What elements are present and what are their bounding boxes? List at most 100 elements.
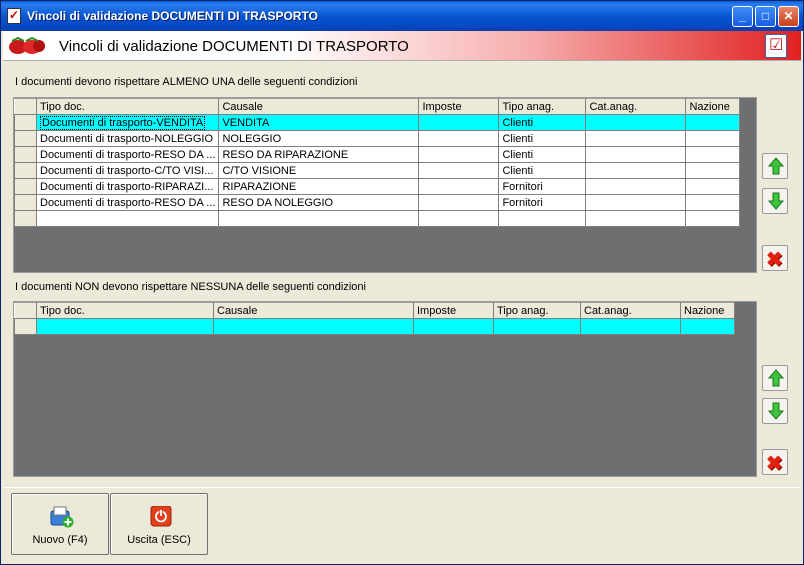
title-bar[interactable]: Vincoli di validazione DOCUMENTI DI TRAS… xyxy=(1,1,803,31)
cell-tipo-anag[interactable]: Clienti xyxy=(498,146,587,163)
row-selector-header xyxy=(14,98,37,115)
column-header-tipo-anag[interactable]: Tipo anag. xyxy=(493,302,581,319)
column-header-nazione[interactable]: Nazione xyxy=(680,302,735,319)
column-header-causale[interactable]: Causale xyxy=(218,98,420,115)
cell-imposte[interactable] xyxy=(418,162,500,179)
table-header-row: Tipo doc. Causale Imposte Tipo anag. Cat… xyxy=(14,98,741,115)
column-header-imposte[interactable]: Imposte xyxy=(418,98,500,115)
row-selector[interactable] xyxy=(14,194,37,211)
cell-tipo-anag[interactable]: Clienti xyxy=(498,114,587,131)
cell-imposte[interactable] xyxy=(418,146,500,163)
table-row[interactable]: Documenti di trasporto-NOLEGGIO NOLEGGIO C… xyxy=(14,130,741,147)
exclude-section-label: I documenti NON devono rispettare NESSUN… xyxy=(15,281,366,293)
row-selector[interactable] xyxy=(14,178,37,195)
row-selector[interactable] xyxy=(14,318,37,335)
table-row[interactable] xyxy=(14,318,735,335)
maximize-button[interactable]: □ xyxy=(755,6,776,27)
cell-causale[interactable]: NOLEGGIO xyxy=(218,130,420,147)
row-selector[interactable] xyxy=(14,130,37,147)
include-delete-button[interactable]: ✖ xyxy=(762,245,788,271)
cell-imposte[interactable] xyxy=(418,210,500,227)
column-header-nazione[interactable]: Nazione xyxy=(685,98,741,115)
column-header-cat-anag[interactable]: Cat.anag. xyxy=(585,98,687,115)
cell-nazione[interactable] xyxy=(680,318,735,335)
cell-tipo-anag[interactable] xyxy=(493,318,581,335)
column-header-cat-anag[interactable]: Cat.anag. xyxy=(580,302,681,319)
cell-nazione[interactable] xyxy=(685,162,741,179)
cell-tipo-doc[interactable]: Documenti di trasporto-NOLEGGIO xyxy=(35,130,220,147)
exclude-grid-area: Tipo doc. Causale Imposte Tipo anag. Cat… xyxy=(13,301,757,477)
cell-nazione[interactable] xyxy=(685,130,741,147)
table-row[interactable] xyxy=(14,210,741,227)
close-button[interactable]: ✕ xyxy=(778,6,799,27)
table-row[interactable]: Documenti di trasporto-RIPARAZI... RIPARA… xyxy=(14,178,741,195)
cell-cat-anag[interactable] xyxy=(585,210,687,227)
column-header-imposte[interactable]: Imposte xyxy=(413,302,494,319)
row-selector[interactable] xyxy=(14,162,37,179)
cell-causale[interactable]: RIPARAZIONE xyxy=(218,178,420,195)
row-selector[interactable] xyxy=(14,210,37,227)
cell-cat-anag[interactable] xyxy=(585,194,687,211)
table-row[interactable]: Documenti di trasporto-VENDITA VENDITA Cli… xyxy=(14,114,741,131)
row-selector[interactable] xyxy=(14,114,37,131)
cell-cat-anag[interactable] xyxy=(585,162,687,179)
column-header-tipo-doc[interactable]: Tipo doc. xyxy=(36,302,214,319)
new-button[interactable]: Nuovo (F4) xyxy=(11,493,109,555)
cell-cat-anag[interactable] xyxy=(580,318,681,335)
include-conditions-table: Tipo doc. Causale Imposte Tipo anag. Cat… xyxy=(14,98,741,227)
cell-causale[interactable] xyxy=(218,210,420,227)
cell-tipo-doc[interactable]: Documenti di trasporto-C/TO VISI... xyxy=(35,162,220,179)
minimize-button[interactable]: _ xyxy=(732,6,753,27)
strawberries-icon xyxy=(9,37,45,54)
checklist-icon xyxy=(765,34,787,58)
exit-button[interactable]: Uscita (ESC) xyxy=(110,493,208,555)
include-move-up-button[interactable] xyxy=(762,153,788,179)
arrow-up-icon xyxy=(768,369,784,387)
exclude-move-down-button[interactable] xyxy=(762,398,788,424)
cell-tipo-doc[interactable]: Documenti di trasporto-RESO DA ... xyxy=(35,194,220,211)
cell-causale[interactable]: C/TO VISIONE xyxy=(218,162,420,179)
new-folder-plus-icon xyxy=(50,506,74,528)
cell-causale[interactable] xyxy=(213,318,414,335)
cell-nazione[interactable] xyxy=(685,114,741,131)
cell-imposte[interactable] xyxy=(413,318,494,335)
exclude-delete-button[interactable]: ✖ xyxy=(762,449,788,475)
cell-tipo-doc[interactable]: Documenti di trasporto-VENDITA xyxy=(35,114,220,131)
cell-tipo-doc[interactable] xyxy=(35,210,220,227)
cell-nazione[interactable] xyxy=(685,146,741,163)
cell-causale[interactable]: RESO DA RIPARAZIONE xyxy=(218,146,420,163)
cell-imposte[interactable] xyxy=(418,130,500,147)
cell-tipo-doc[interactable]: Documenti di trasporto-RIPARAZI... xyxy=(35,178,220,195)
cell-tipo-anag[interactable]: Clienti xyxy=(498,162,587,179)
cell-tipo-anag[interactable]: Fornitori xyxy=(498,178,587,195)
cell-causale[interactable]: RESO DA NOLEGGIO xyxy=(218,194,420,211)
cell-imposte[interactable] xyxy=(418,114,500,131)
cell-tipo-anag[interactable] xyxy=(498,210,587,227)
column-header-tipo-anag[interactable]: Tipo anag. xyxy=(498,98,587,115)
column-header-tipo-doc[interactable]: Tipo doc. xyxy=(35,98,220,115)
include-grid-area: Tipo doc. Causale Imposte Tipo anag. Cat… xyxy=(13,97,757,273)
column-header-causale[interactable]: Causale xyxy=(213,302,414,319)
include-move-down-button[interactable] xyxy=(762,188,788,214)
cell-nazione[interactable] xyxy=(685,194,741,211)
table-row[interactable]: Documenti di trasporto-C/TO VISI... C/TO … xyxy=(14,162,741,179)
cell-tipo-doc[interactable] xyxy=(36,318,214,335)
cell-imposte[interactable] xyxy=(418,194,500,211)
cell-cat-anag[interactable] xyxy=(585,178,687,195)
table-row[interactable]: Documenti di trasporto-RESO DA ... RESO D… xyxy=(14,146,741,163)
cell-nazione[interactable] xyxy=(685,178,741,195)
row-selector[interactable] xyxy=(14,146,37,163)
exclude-move-up-button[interactable] xyxy=(762,365,788,391)
delete-x-icon: ✖ xyxy=(766,453,783,475)
cell-causale[interactable]: VENDITA xyxy=(218,114,420,131)
cell-tipo-doc[interactable]: Documenti di trasporto-RESO DA ... xyxy=(35,146,220,163)
cell-tipo-anag[interactable]: Clienti xyxy=(498,130,587,147)
cell-cat-anag[interactable] xyxy=(585,146,687,163)
cell-cat-anag[interactable] xyxy=(585,130,687,147)
cell-cat-anag[interactable] xyxy=(585,114,687,131)
cell-nazione[interactable] xyxy=(685,210,741,227)
table-row[interactable]: Documenti di trasporto-RESO DA ... RESO D… xyxy=(14,194,741,211)
exclude-conditions-table: Tipo doc. Causale Imposte Tipo anag. Cat… xyxy=(14,302,735,335)
cell-imposte[interactable] xyxy=(418,178,500,195)
cell-tipo-anag[interactable]: Fornitori xyxy=(498,194,587,211)
